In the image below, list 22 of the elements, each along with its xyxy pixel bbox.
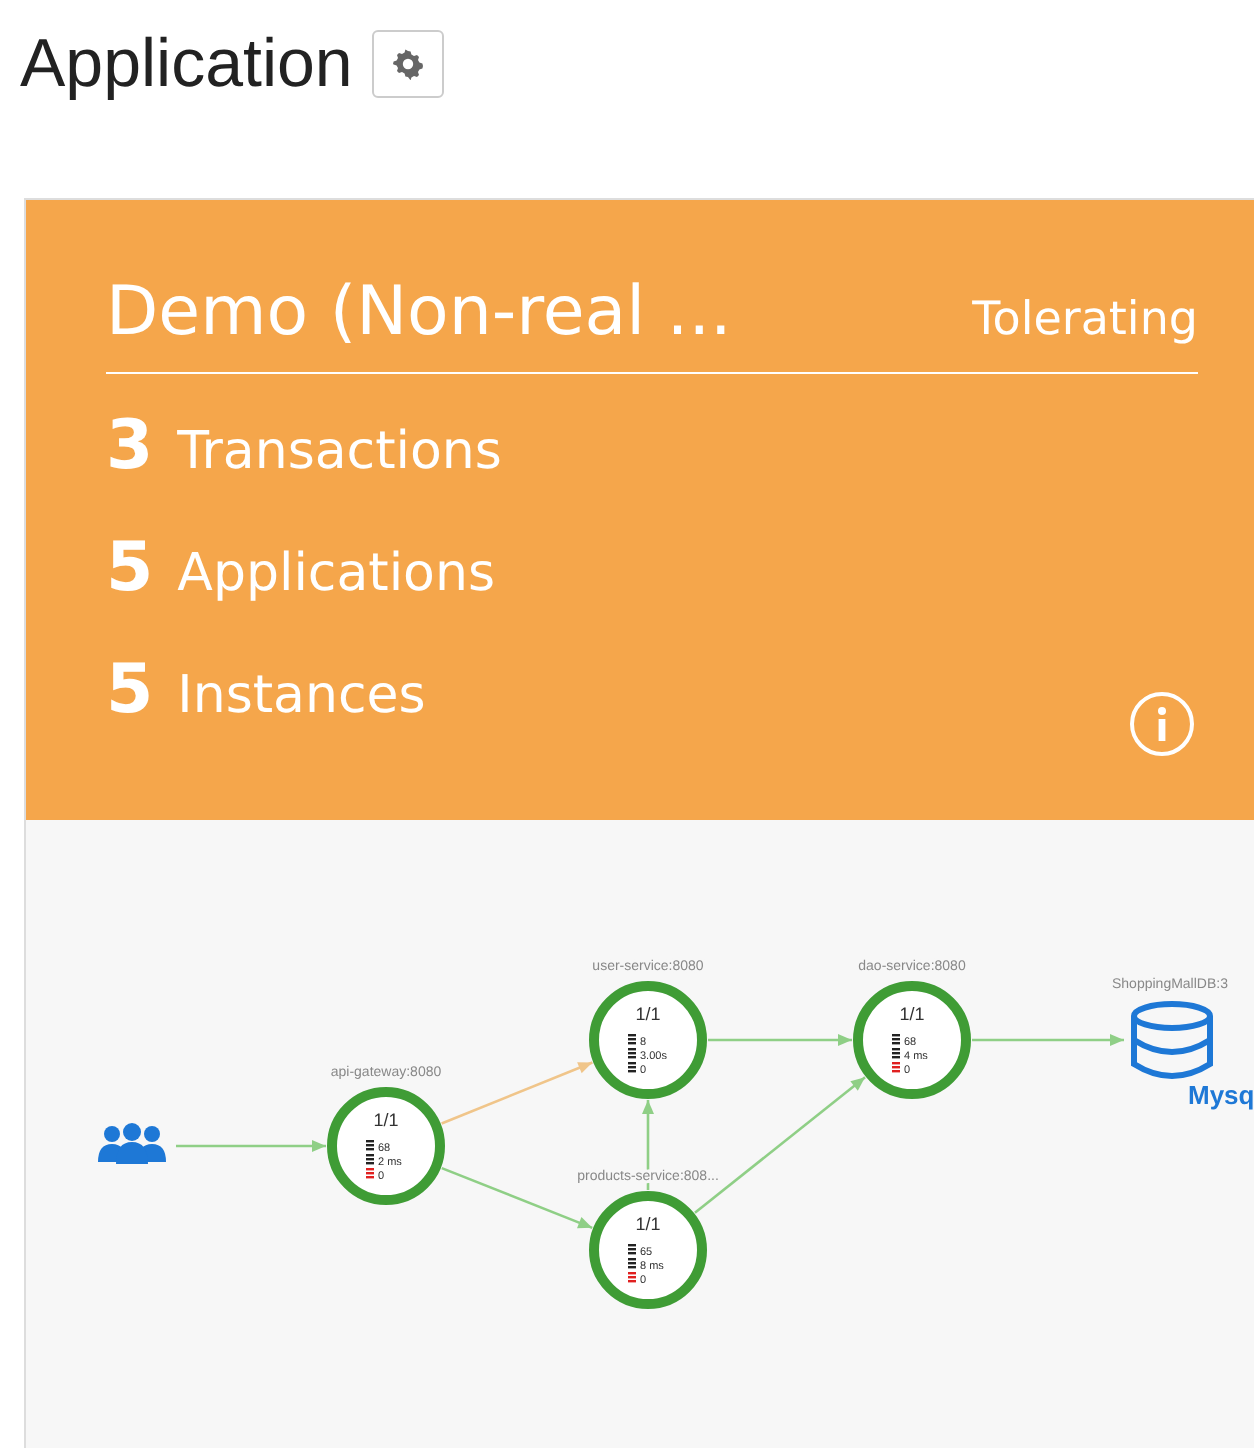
instance-ratio: 1/1 <box>635 1214 661 1234</box>
users-icon[interactable] <box>98 1123 166 1164</box>
stat-label: Transactions <box>177 422 502 482</box>
settings-icon <box>392 48 425 80</box>
database-icon[interactable] <box>1131 1001 1213 1079</box>
service-node[interactable] <box>589 981 707 1099</box>
app-name: Demo (Non-real ... <box>106 272 732 352</box>
health-status: Tolerating <box>972 294 1198 346</box>
stat-label: Instances <box>177 666 426 726</box>
service-node[interactable] <box>327 1087 445 1205</box>
page-title: Application <box>20 25 353 103</box>
service-node[interactable] <box>589 1191 707 1309</box>
settings-button[interactable] <box>372 30 445 98</box>
stat-count: 5 <box>106 528 154 608</box>
stat-count: 5 <box>106 650 154 730</box>
instance-ratio: 1/1 <box>635 1004 661 1024</box>
stat-count: 3 <box>106 406 154 486</box>
instance-ratio: 1/1 <box>373 1110 399 1130</box>
database-type: Mysq <box>1188 1080 1254 1110</box>
stat-label: Applications <box>177 544 495 604</box>
instance-ratio: 1/1 <box>899 1004 925 1024</box>
service-node[interactable] <box>853 981 971 1099</box>
